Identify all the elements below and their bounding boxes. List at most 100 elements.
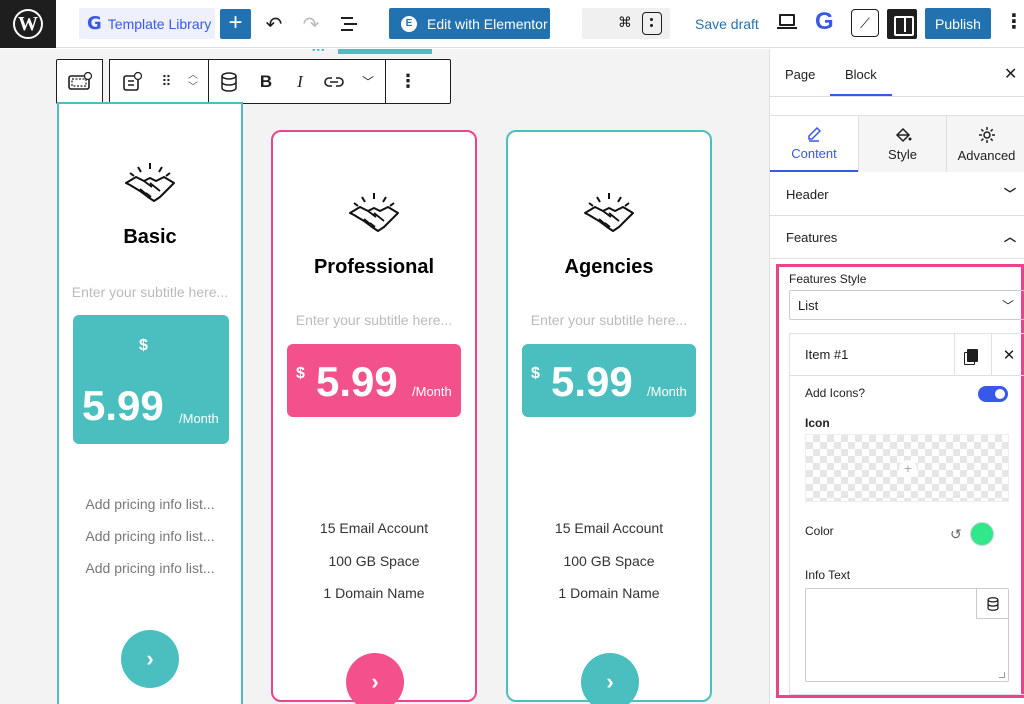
- feature-item: 15 Email Account: [554, 520, 664, 536]
- card-subtitle[interactable]: Enter your subtitle here...: [273, 312, 475, 328]
- feature-item: 1 Domain Name: [323, 585, 425, 601]
- add-icons-toggle[interactable]: [978, 386, 1008, 402]
- paint-bucket-icon: [895, 127, 911, 142]
- subtab-advanced[interactable]: Advanced: [946, 116, 1024, 172]
- feature-item[interactable]: Add pricing info list...: [59, 560, 241, 576]
- italic-button[interactable]: I: [283, 60, 317, 103]
- features-style-select[interactable]: List ﹀: [789, 290, 1024, 320]
- remove-item-button[interactable]: ✕: [991, 334, 1024, 376]
- icon-picker[interactable]: +: [805, 434, 1009, 502]
- resize-handle[interactable]: [999, 672, 1005, 678]
- pricing-table-icon: [123, 71, 143, 91]
- command-palette-button[interactable]: ⌘: [582, 8, 670, 39]
- feature-item: 1 Domain Name: [558, 585, 660, 601]
- duplicate-item-button[interactable]: [954, 334, 990, 376]
- wordpress-logo-button[interactable]: W: [0, 0, 56, 48]
- sidebar-tabs: Page Block ✕: [770, 49, 1024, 97]
- edit-with-elementor-button[interactable]: E Edit with Elementor: [389, 8, 550, 39]
- gutenkit-panel-icon[interactable]: G: [815, 8, 834, 36]
- subtab-style[interactable]: Style: [858, 116, 946, 172]
- block-options-icon[interactable]: ⋮: [386, 60, 430, 103]
- block-type-icon[interactable]: [110, 60, 154, 103]
- device-preview-icon: [642, 12, 662, 35]
- info-text-field[interactable]: [805, 588, 1009, 682]
- price-box: $ 5.99 /Month: [287, 344, 461, 417]
- database-icon: [986, 596, 999, 611]
- subtab-style-label: Style: [888, 146, 917, 162]
- panel-header[interactable]: Header ﹀: [770, 173, 1024, 216]
- block-tools-group: ⠿ ︿ ﹀ B I ﹀ ⋮: [109, 59, 451, 104]
- active-tab-indicator: [830, 94, 892, 96]
- add-icons-label: Add Icons?: [805, 386, 866, 400]
- feature-item[interactable]: Add pricing info list...: [59, 528, 241, 544]
- reset-color-icon[interactable]: ↺: [950, 526, 962, 543]
- save-draft-button[interactable]: Save draft: [695, 16, 759, 32]
- cta-button[interactable]: ›: [581, 653, 639, 704]
- price-period: /Month: [647, 384, 687, 399]
- feature-item-header[interactable]: Item #1 ✕: [790, 334, 1024, 376]
- pricing-block-icon: [67, 71, 92, 90]
- subtab-advanced-label: Advanced: [957, 147, 1016, 163]
- settings-sidebar-toggle-icon[interactable]: [887, 9, 917, 39]
- features-style-value: List: [798, 298, 819, 313]
- icon-label: Icon: [805, 416, 830, 430]
- drag-indicator: •••: [312, 49, 432, 56]
- cta-button[interactable]: ›: [121, 630, 179, 688]
- price-period: /Month: [412, 384, 452, 399]
- parent-block-selector[interactable]: [56, 59, 103, 104]
- currency-symbol: $: [296, 365, 305, 382]
- document-overview-icon[interactable]: [336, 10, 362, 38]
- card-subtitle[interactable]: Enter your subtitle here...: [59, 284, 241, 300]
- gutenkit-logo-icon: G: [87, 13, 102, 34]
- editor-canvas: ••• ⠿ ︿ ﹀ B I ﹀ ⋮ Basic Enter your subti…: [0, 49, 769, 704]
- block-toolbar: ⠿ ︿ ﹀ B I ﹀ ⋮: [56, 59, 451, 104]
- card-title: Agencies: [564, 256, 654, 278]
- command-key-label: ⌘: [618, 14, 632, 30]
- plus-icon: +: [899, 460, 917, 478]
- price-amount: 5.99: [82, 382, 164, 429]
- handshake-icon: [584, 193, 634, 232]
- tab-block[interactable]: Block: [845, 67, 877, 82]
- feature-item-title: Item #1: [805, 347, 849, 362]
- options-menu-icon[interactable]: ⋮: [1004, 12, 1024, 32]
- price-amount: 5.99: [316, 358, 398, 405]
- edit-with-elementor-label: Edit with Elementor: [427, 15, 548, 32]
- redo-icon[interactable]: ↷: [298, 10, 324, 38]
- tab-page[interactable]: Page: [785, 67, 815, 82]
- template-library-button[interactable]: G Template Library: [79, 8, 215, 39]
- feature-item[interactable]: Add pricing info list...: [59, 496, 241, 512]
- cta-button[interactable]: ›: [346, 653, 404, 704]
- publish-button[interactable]: Publish: [925, 8, 991, 39]
- features-settings-panel: Features Style List ﹀ Item #1 ✕ Add Icon…: [776, 264, 1024, 698]
- close-sidebar-icon[interactable]: ✕: [1004, 64, 1017, 84]
- settings-sidebar: Page Block ✕ Content Style Advanced Head…: [769, 49, 1024, 704]
- color-swatch[interactable]: [970, 522, 994, 546]
- styles-icon[interactable]: ⟋: [851, 9, 879, 37]
- editor-top-bar: W G Template Library + ↶ ↷ E Edit with E…: [0, 0, 1024, 48]
- drag-handle-icon[interactable]: ⠿: [154, 60, 178, 103]
- currency-symbol: $: [139, 337, 148, 354]
- add-block-button[interactable]: +: [220, 9, 251, 39]
- handshake-icon: [125, 163, 175, 202]
- pricing-card-professional[interactable]: Professional Enter your subtitle here...…: [271, 130, 477, 704]
- price-amount: 5.99: [551, 358, 633, 405]
- subtab-content[interactable]: Content: [770, 116, 858, 172]
- price-box: $ 5.99 /Month: [73, 315, 229, 444]
- color-label: Color: [805, 524, 834, 538]
- undo-icon[interactable]: ↶: [261, 10, 287, 38]
- chevron-up-icon: ︿: [1004, 230, 1017, 244]
- database-icon[interactable]: [209, 60, 249, 103]
- bold-button[interactable]: B: [249, 60, 283, 103]
- card-subtitle[interactable]: Enter your subtitle here...: [508, 312, 710, 328]
- link-icon[interactable]: [317, 60, 351, 103]
- panel-features[interactable]: Features ︿: [770, 216, 1024, 259]
- desktop-preview-icon[interactable]: [777, 14, 797, 32]
- move-up-down-icon[interactable]: ︿ ﹀: [178, 60, 208, 103]
- pricing-card-basic[interactable]: Basic Enter your subtitle here... $ 5.99…: [57, 102, 243, 704]
- feature-item: 100 GB Space: [563, 553, 655, 569]
- dynamic-content-button[interactable]: [976, 589, 1008, 619]
- feature-item: 100 GB Space: [328, 553, 420, 569]
- pricing-card-agencies[interactable]: Agencies Enter your subtitle here... $ 5…: [506, 130, 712, 704]
- more-formats-chevron-icon[interactable]: ﹀: [351, 60, 385, 103]
- handshake-icon: [349, 193, 399, 232]
